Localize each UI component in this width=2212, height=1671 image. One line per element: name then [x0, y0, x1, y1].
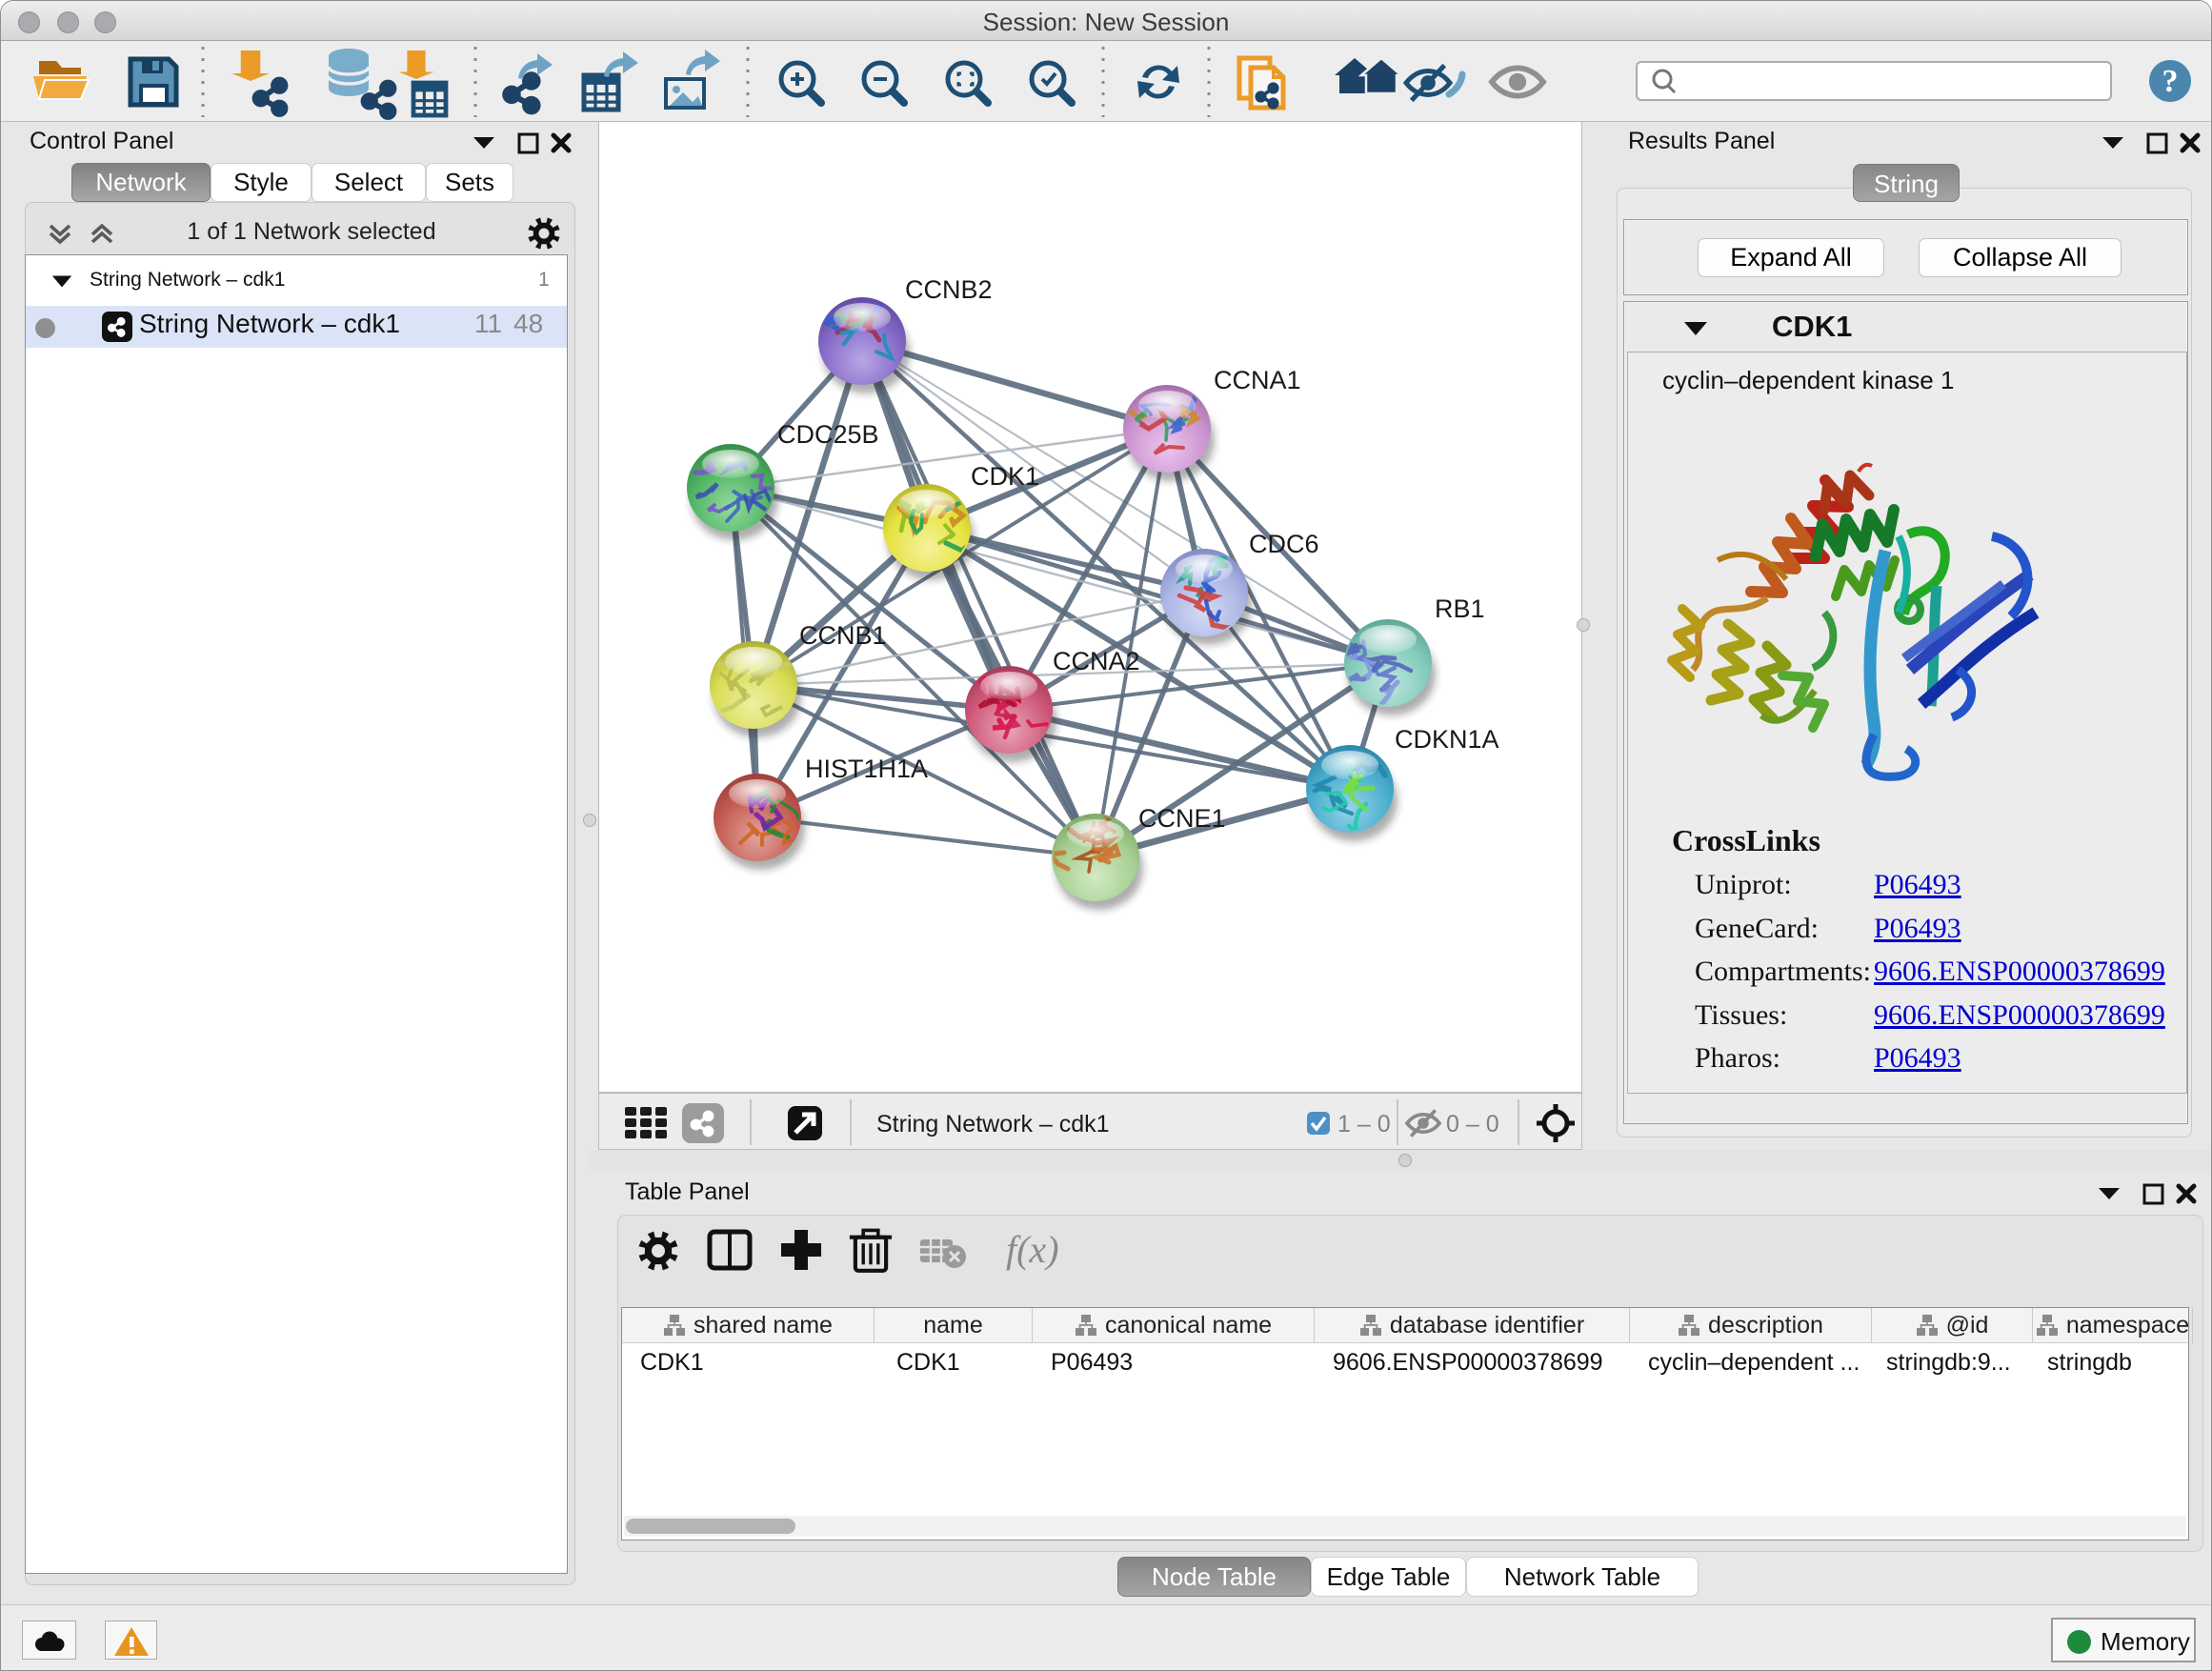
svg-text:CDC6: CDC6: [1249, 530, 1319, 558]
svg-text:RB1: RB1: [1435, 594, 1485, 623]
svg-text:f(x): f(x): [1006, 1228, 1059, 1271]
svg-text:CCNA2: CCNA2: [1053, 647, 1140, 675]
svg-text:CDC25B: CDC25B: [777, 420, 879, 449]
svg-text:CDK1: CDK1: [971, 462, 1039, 491]
svg-text:HIST1H1A: HIST1H1A: [805, 755, 928, 783]
svg-text:CCNB2: CCNB2: [905, 275, 993, 304]
svg-text:?: ?: [2162, 64, 2179, 99]
svg-text:String Network – cdk1: String Network – cdk1: [876, 1111, 1110, 1137]
svg-text:1 – 0: 1 – 0: [1337, 1111, 1391, 1137]
svg-text:CCNE1: CCNE1: [1138, 804, 1226, 833]
svg-text:0 – 0: 0 – 0: [1446, 1111, 1499, 1137]
svg-text:CCNA1: CCNA1: [1214, 366, 1301, 394]
svg-text:CDKN1A: CDKN1A: [1395, 725, 1499, 754]
svg-text:CCNB1: CCNB1: [799, 621, 887, 650]
